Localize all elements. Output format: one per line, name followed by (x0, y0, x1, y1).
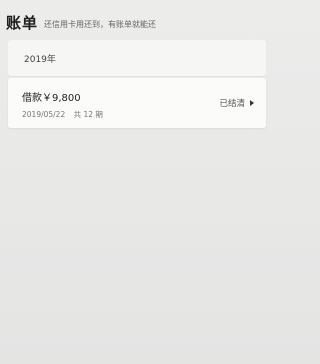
year-section-header: 2019年 (8, 40, 266, 76)
loan-meta: 2019/05/22 共 12 期 (22, 109, 103, 120)
page-subtitle: 还信用卡用还到，有账单就能还 (44, 20, 157, 29)
bill-list-item[interactable]: 借款￥9,800 2019/05/22 共 12 期 已结清 (8, 78, 266, 128)
loan-date: 2019/05/22 (22, 110, 66, 119)
arrow-right-icon (250, 100, 254, 106)
year-label: 2019年 (24, 55, 56, 65)
status-link[interactable]: 已结清 (219, 97, 254, 109)
loan-amount: 借款￥9,800 (22, 93, 81, 104)
status-label: 已结清 (219, 99, 245, 109)
page-header: 账单 还信用卡用还到，有账单就能还 (6, 6, 268, 32)
loan-term: 共 12 期 (73, 110, 103, 119)
page-title: 账单 (6, 14, 39, 32)
